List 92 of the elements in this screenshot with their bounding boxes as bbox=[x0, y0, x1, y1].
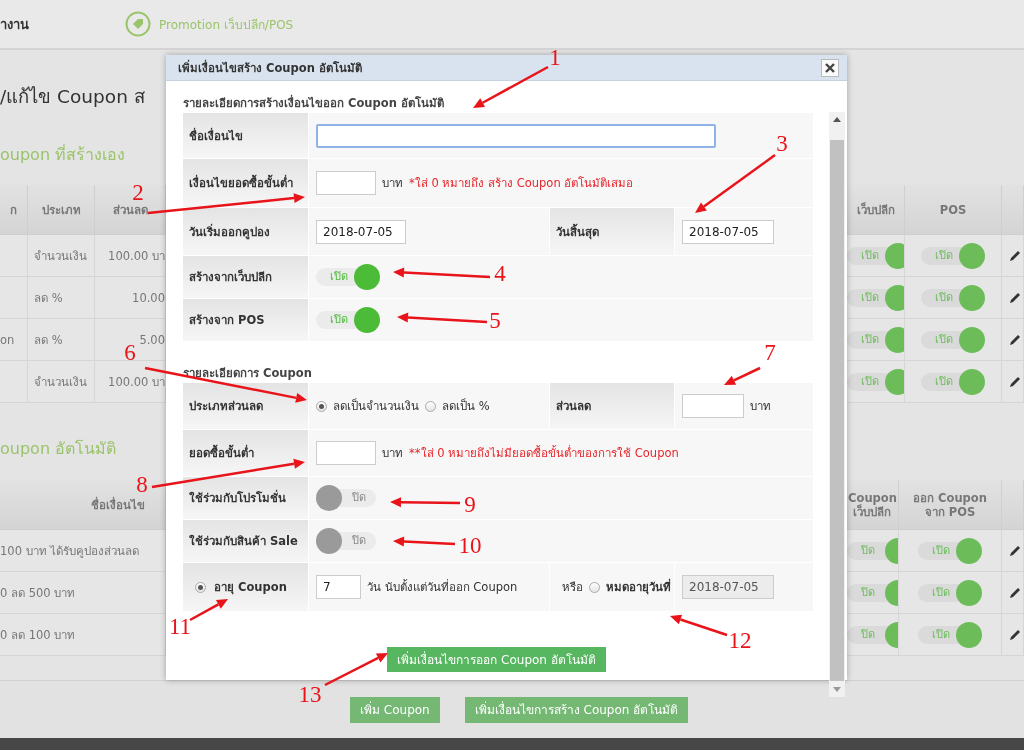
table-cell: 10.00 bbox=[132, 290, 165, 305]
annotation-number: 1 bbox=[549, 45, 561, 70]
field-label: วันเริ่มออกคูปอง bbox=[189, 222, 270, 241]
text-field[interactable]: 2018-07-05 bbox=[316, 219, 406, 244]
column-header: ประเภท bbox=[28, 185, 95, 235]
pencil-icon[interactable] bbox=[1008, 627, 1022, 642]
annotation-number: 5 bbox=[489, 308, 501, 333]
table-cell-text: ลด % bbox=[34, 331, 63, 349]
annotation-number: 11 bbox=[168, 614, 192, 639]
field-label: วันสิ้นสุด bbox=[556, 222, 599, 241]
header-title: างาน bbox=[0, 15, 30, 34]
text-field[interactable] bbox=[316, 123, 716, 148]
pencil-icon[interactable] bbox=[1008, 543, 1022, 558]
annotation-arrow bbox=[670, 614, 728, 637]
column-header: เว็บปลีก bbox=[847, 185, 905, 235]
unit-label: บาท bbox=[382, 445, 403, 462]
submit-button[interactable]: เพิ่มเงื่อนไขการออก Coupon อัตโนมัติ bbox=[387, 647, 606, 672]
text-field[interactable]: 2018-07-05 bbox=[682, 219, 774, 244]
field-label: ส่วนลด bbox=[556, 398, 591, 415]
option-label: หมดอายุวันที่ bbox=[606, 578, 671, 596]
table-cell-text: 100.00 บา bbox=[108, 247, 165, 265]
section-title: oupon อัตโนมัติ bbox=[0, 439, 117, 458]
field-label: สร้างจาก POS bbox=[189, 312, 265, 329]
field-label: สร้างจากเว็บปลีก bbox=[189, 268, 272, 286]
or-label: หรือ bbox=[562, 579, 583, 596]
table-cell: 5.00 bbox=[139, 332, 165, 347]
table-cell-text: 0 ลด 100 บาท bbox=[0, 626, 76, 644]
field-label: ใช้ร่วมกับสินค้า Sale bbox=[189, 533, 298, 550]
annotation-number: 9 bbox=[464, 492, 476, 517]
field-label: ประเภทส่วนลด bbox=[189, 398, 263, 415]
field-label: เงื่อนไขยอดซื้อขั้นต่ำ bbox=[189, 174, 293, 192]
column-header: ออก Coupon จาก POS bbox=[899, 480, 1002, 530]
table-cell-text: ลด % bbox=[34, 289, 63, 307]
text-field[interactable]: 7 bbox=[316, 575, 361, 599]
field-label: ใช้ร่วมกับโปรโมชั่น bbox=[189, 489, 286, 507]
annotation-number: 2 bbox=[132, 180, 144, 205]
annotation-arrow bbox=[324, 653, 388, 687]
column-header: Coupon เว็บปลีก bbox=[847, 480, 899, 530]
page-title: /แก้ไข Coupon ส bbox=[0, 85, 146, 109]
option-label: อายุ Coupon bbox=[214, 579, 287, 596]
text-field[interactable] bbox=[316, 441, 376, 465]
annotation-arrow bbox=[724, 366, 761, 385]
annotation-number: 3 bbox=[776, 131, 788, 156]
table-cell-text: 100.00 บา bbox=[108, 373, 165, 391]
table-cell-text: 100 บาท ได้รับคูปองส่วนลด bbox=[0, 542, 140, 560]
unit-label: บาท bbox=[750, 398, 771, 415]
radio-button[interactable] bbox=[425, 400, 436, 412]
hint-text: **ใส่ 0 หมายถึงไม่มียอดซื้อขั้นต่ำของการใช้ Coupon bbox=[409, 444, 679, 462]
hint-text: *ใส่ 0 หมายถึง สร้าง Coupon อัตโนมัติเสมอ bbox=[409, 175, 634, 192]
text-field[interactable] bbox=[316, 171, 376, 195]
option-label: ลดเป็น % bbox=[442, 397, 490, 415]
annotation-number: 7 bbox=[764, 340, 776, 365]
option-label: ลดเป็นจำนวนเงิน bbox=[333, 397, 419, 415]
table-cell-text: จำนวนเงิน bbox=[34, 373, 87, 391]
annotation-number: 8 bbox=[136, 472, 148, 497]
section-heading: รายละเอียดการสร้างเงื่อนไขออก Coupon อัตโนมัติ bbox=[183, 96, 444, 110]
table-cell-text: 0 ลด 500 บาท bbox=[0, 584, 76, 602]
close-button[interactable] bbox=[821, 58, 839, 77]
column-header: POS bbox=[905, 185, 1002, 235]
annotation-number: 6 bbox=[124, 340, 136, 365]
pencil-icon[interactable] bbox=[1008, 374, 1022, 389]
annotation-arrow bbox=[393, 536, 456, 547]
annotation-number: 4 bbox=[494, 261, 506, 286]
radio-button[interactable] bbox=[195, 581, 206, 593]
field-label: ยอดซื้อขั้นต่ำ bbox=[189, 444, 254, 462]
pencil-icon[interactable] bbox=[1008, 248, 1022, 263]
table-cell: on bbox=[0, 319, 28, 361]
pencil-icon[interactable] bbox=[1008, 332, 1022, 347]
radio-button[interactable] bbox=[316, 400, 327, 412]
add-button[interactable]: เพิ่ม Coupon bbox=[350, 696, 440, 723]
annotation-number: 13 bbox=[298, 682, 322, 707]
dialog-title: เพิ่มเงื่อนไขสร้าง Coupon อัตโนมัติ bbox=[178, 58, 362, 77]
text-field[interactable] bbox=[682, 394, 744, 418]
close-icon bbox=[825, 62, 835, 73]
unit-label: วัน นับตั้งแต่วันที่ออก Coupon bbox=[367, 578, 518, 596]
arrow-up-icon[interactable] bbox=[833, 117, 841, 122]
annotation-arrow bbox=[390, 497, 460, 508]
add-button[interactable]: เพิ่มเงื่อนไขการสร้าง Coupon อัตโนมัติ bbox=[464, 696, 689, 723]
promotion-menu-item[interactable]: Promotion เว็บปลีก/POS bbox=[125, 11, 294, 37]
annotation-number: 12 bbox=[728, 628, 752, 653]
column-header: ก bbox=[0, 185, 28, 235]
pencil-icon[interactable] bbox=[1008, 290, 1022, 305]
tag-icon bbox=[125, 11, 151, 37]
scrollbar[interactable] bbox=[829, 112, 845, 697]
annotation-arrow bbox=[189, 599, 228, 622]
section-title: oupon ที่สร้างเอง bbox=[0, 145, 126, 164]
unit-label: บาท bbox=[382, 175, 403, 192]
annotation-number: 10 bbox=[458, 533, 482, 558]
table-cell-text: จำนวนเงิน bbox=[34, 247, 87, 265]
section-heading: รายละเอียดการ Coupon bbox=[183, 366, 312, 380]
pencil-icon[interactable] bbox=[1008, 585, 1022, 600]
field-label: ชื่อเงื่อนไข bbox=[189, 126, 243, 145]
